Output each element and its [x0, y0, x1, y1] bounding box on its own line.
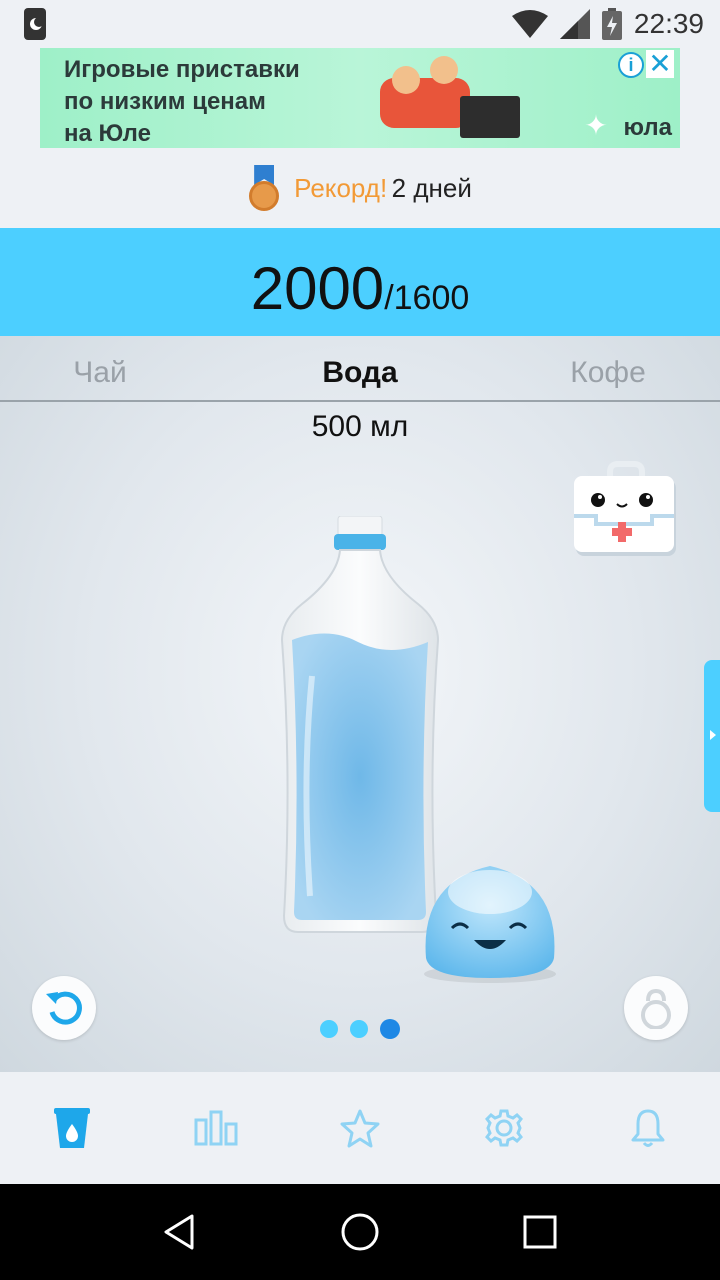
status-bar: 22:39	[0, 0, 720, 48]
current-intake: 2000	[250, 255, 385, 322]
tab-water[interactable]: Вода	[260, 356, 460, 390]
page-indicator	[0, 1019, 720, 1039]
star-icon	[340, 1109, 380, 1148]
ad-illustration-kid	[392, 66, 420, 94]
side-drawer-handle[interactable]	[704, 660, 720, 812]
intake-counter: 2000 /1600	[0, 228, 720, 336]
medal-icon	[248, 165, 280, 211]
bottom-nav	[0, 1072, 720, 1184]
ad-brand: юла	[623, 114, 673, 141]
page-dot[interactable]	[320, 1020, 338, 1038]
home-button[interactable]	[330, 1202, 390, 1262]
ad-banner[interactable]: Игровые приставки по низким ценам на Юле…	[40, 48, 680, 148]
wifi-icon	[511, 10, 548, 38]
clock: 22:39	[633, 8, 704, 39]
nav-water[interactable]	[36, 1092, 108, 1164]
page-dot[interactable]	[350, 1020, 368, 1038]
daily-goal: /1600	[384, 279, 470, 317]
system-icons: 22:39	[511, 6, 704, 42]
recents-icon	[523, 1215, 557, 1249]
do-not-disturb-icon	[24, 8, 46, 40]
record-row: Рекорд! 2 дней	[0, 148, 720, 228]
water-drop-mascot	[424, 866, 556, 983]
ad-info-icon[interactable]: i	[618, 52, 644, 78]
stats-icon	[194, 1110, 238, 1146]
nav-stats[interactable]	[180, 1092, 252, 1164]
nav-settings[interactable]	[468, 1092, 540, 1164]
ad-illustration-kid	[430, 56, 458, 84]
back-icon	[164, 1214, 194, 1250]
page-dot-active[interactable]	[380, 1019, 400, 1039]
ad-close-icon[interactable]: ✕	[646, 50, 674, 78]
system-nav-bar	[0, 1184, 720, 1280]
sparkle-icon: ✦	[584, 110, 608, 141]
first-aid-kit-icon[interactable]	[570, 460, 682, 560]
bell-icon	[631, 1109, 665, 1147]
nav-reminders[interactable]	[612, 1092, 684, 1164]
record-label: Рекорд!	[294, 172, 388, 203]
tab-tea[interactable]: Чай	[0, 356, 200, 390]
signal-icon	[559, 9, 590, 39]
battery-icon	[601, 8, 622, 40]
settings-icon	[485, 1109, 523, 1147]
back-button[interactable]	[150, 1202, 210, 1262]
ad-illustration-tv	[460, 96, 520, 138]
volume-label: 500 мл	[311, 410, 409, 443]
drink-tabs: Чай Вода Кофе	[0, 336, 720, 402]
home-icon	[341, 1213, 379, 1251]
tab-coffee[interactable]: Кофе	[508, 356, 708, 390]
cup-icon	[54, 1108, 90, 1148]
nav-achievements[interactable]	[324, 1092, 396, 1164]
record-value: 2 дней	[391, 172, 472, 203]
recents-button[interactable]	[510, 1202, 570, 1262]
drink-area: Чай Вода Кофе 500 мл	[0, 336, 720, 1072]
ad-text: Игровые приставки по низким ценам на Юле	[64, 56, 300, 147]
